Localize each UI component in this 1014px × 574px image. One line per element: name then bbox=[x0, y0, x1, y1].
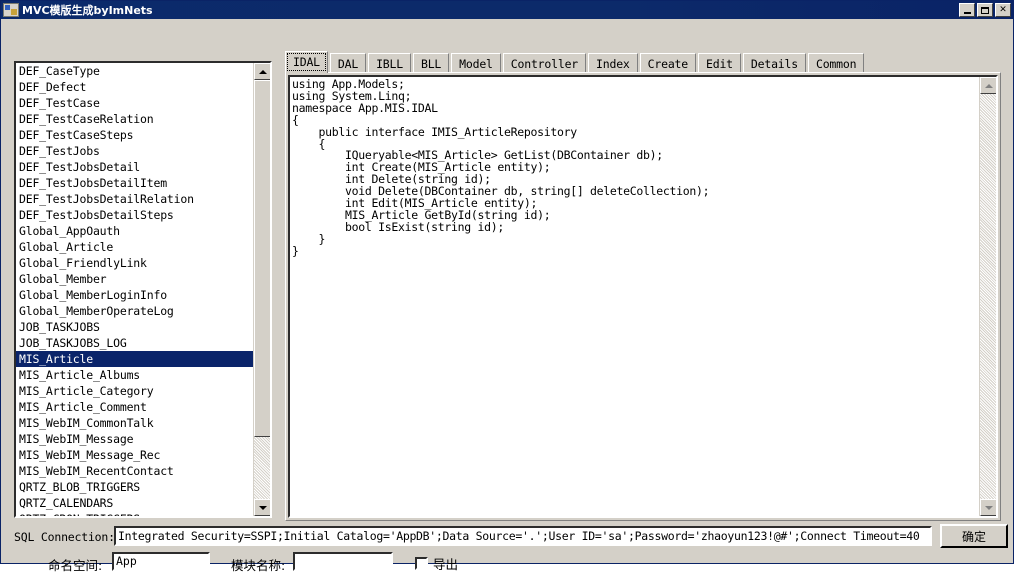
tab-common[interactable]: Common bbox=[807, 53, 865, 73]
list-item[interactable]: QRTZ_CRON_TRIGGERS bbox=[16, 511, 253, 516]
code-scroll-up-button[interactable] bbox=[980, 77, 996, 94]
table-list-items[interactable]: DEF_CaseType DEF_Defect DEF_TestCase DEF_Te… bbox=[16, 63, 253, 516]
tab-ibll[interactable]: IBLL bbox=[368, 53, 411, 73]
namespace-label: 命名空间: bbox=[48, 558, 103, 573]
minimize-button[interactable] bbox=[959, 3, 975, 17]
tab-model[interactable]: Model bbox=[451, 53, 501, 73]
list-item[interactable]: DEF_TestJobsDetailSteps bbox=[16, 207, 253, 223]
list-item[interactable]: JOB_TASKJOBS bbox=[16, 319, 253, 335]
code-scrollbar[interactable] bbox=[979, 77, 996, 516]
code-scrollbar-track[interactable] bbox=[980, 94, 996, 499]
scroll-down-button[interactable] bbox=[254, 499, 270, 516]
namespace-input[interactable]: App bbox=[112, 552, 210, 571]
tab-details[interactable]: Details bbox=[742, 53, 806, 73]
minimize-icon bbox=[960, 4, 974, 16]
module-name-label: 模块名称: bbox=[231, 558, 286, 573]
list-item[interactable]: Global_FriendlyLink bbox=[16, 255, 253, 271]
title-bar: MVC模版生成byImNets ✕ bbox=[1, 1, 1013, 19]
list-item[interactable]: DEF_TestCaseSteps bbox=[16, 127, 253, 143]
code-content-area[interactable]: using App.Models; using System.Linq; nam… bbox=[290, 77, 979, 516]
tab-dal[interactable]: DAL bbox=[329, 53, 367, 73]
list-item[interactable]: MIS_WebIM_CommonTalk bbox=[16, 415, 253, 431]
table-list-scrollbar[interactable] bbox=[253, 63, 270, 516]
list-item[interactable]: Global_MemberOperateLog bbox=[16, 303, 253, 319]
list-item[interactable]: MIS_Article_Albums bbox=[16, 367, 253, 383]
arrow-down-icon bbox=[258, 505, 267, 510]
list-item[interactable]: DEF_TestCase bbox=[16, 95, 253, 111]
list-item[interactable]: MIS_WebIM_RecentContact bbox=[16, 463, 253, 479]
list-item[interactable]: DEF_TestJobs bbox=[16, 143, 253, 159]
tab-index[interactable]: Index bbox=[588, 53, 638, 73]
tab-create[interactable]: Create bbox=[639, 53, 696, 73]
maximize-icon bbox=[978, 4, 992, 16]
generated-code: using App.Models; using System.Linq; nam… bbox=[292, 77, 710, 258]
sql-connection-label: SQL Connection: bbox=[14, 530, 115, 544]
list-item[interactable]: MIS_Article_Category bbox=[16, 383, 253, 399]
list-item[interactable]: MIS_Article_Comment bbox=[16, 399, 253, 415]
code-editor[interactable]: using App.Models; using System.Linq; nam… bbox=[288, 75, 998, 518]
tab-page: using App.Models; using System.Linq; nam… bbox=[285, 72, 1001, 521]
scrollbar-thumb[interactable] bbox=[254, 80, 270, 437]
code-scroll-down-button[interactable] bbox=[980, 499, 996, 516]
confirm-button[interactable]: 确定 bbox=[940, 524, 1008, 548]
list-item[interactable]: DEF_TestJobsDetailItem bbox=[16, 175, 253, 191]
tab-controller[interactable]: Controller bbox=[502, 53, 587, 73]
tab-edit[interactable]: Edit bbox=[698, 53, 741, 73]
maximize-button[interactable] bbox=[977, 3, 993, 17]
arrow-up-icon bbox=[984, 83, 993, 88]
list-item[interactable]: DEF_TestCaseRelation bbox=[16, 111, 253, 127]
tab-strip[interactable]: IDAL DAL IBLL BLL Model Controller Index Create… bbox=[285, 51, 866, 73]
table-list[interactable]: DEF_CaseType DEF_Defect DEF_TestCase DEF_Te… bbox=[14, 61, 272, 518]
list-item[interactable]: DEF_CaseType bbox=[16, 63, 253, 79]
list-item[interactable]: DEF_Defect bbox=[16, 79, 253, 95]
window-title: MVC模版生成byImNets bbox=[22, 4, 153, 17]
tab-idal[interactable]: IDAL bbox=[285, 51, 328, 73]
list-item[interactable]: MIS_WebIM_Message_Rec bbox=[16, 447, 253, 463]
list-item[interactable]: DEF_TestJobsDetail bbox=[16, 159, 253, 175]
tab-bll[interactable]: BLL bbox=[412, 53, 450, 73]
list-item[interactable]: MIS_WebIM_Message bbox=[16, 431, 253, 447]
sql-connection-input[interactable]: Integrated Security=SSPI;Initial Catalog… bbox=[114, 526, 932, 546]
module-name-input[interactable] bbox=[293, 552, 393, 571]
list-item[interactable]: Global_Article bbox=[16, 239, 253, 255]
code-tab-control: IDAL DAL IBLL BLL Model Controller Index Create… bbox=[285, 51, 1001, 521]
close-button[interactable]: ✕ bbox=[995, 3, 1011, 17]
list-item[interactable]: JOB_TASKJOBS_LOG bbox=[16, 335, 253, 351]
list-item[interactable]: DEF_TestJobsDetailRelation bbox=[16, 191, 253, 207]
list-item[interactable]: Global_MemberLoginInfo bbox=[16, 287, 253, 303]
window-controls: ✕ bbox=[959, 3, 1011, 17]
list-item[interactable]: QRTZ_CALENDARS bbox=[16, 495, 253, 511]
list-item[interactable]: QRTZ_BLOB_TRIGGERS bbox=[16, 479, 253, 495]
arrow-down-icon bbox=[984, 505, 993, 510]
close-icon: ✕ bbox=[999, 5, 1007, 15]
arrow-up-icon bbox=[258, 69, 267, 74]
list-item[interactable]: Global_AppOauth bbox=[16, 223, 253, 239]
app-icon bbox=[3, 3, 19, 17]
scroll-up-button[interactable] bbox=[254, 63, 270, 80]
app-window: MVC模版生成byImNets ✕ DEF_CaseType DEF_Defect… bbox=[0, 0, 1014, 573]
list-item[interactable]: MIS_Article bbox=[16, 351, 253, 367]
list-item[interactable]: Global_Member bbox=[16, 271, 253, 287]
client-area: DEF_CaseType DEF_Defect DEF_TestCase DEF_Te… bbox=[2, 20, 1012, 573]
